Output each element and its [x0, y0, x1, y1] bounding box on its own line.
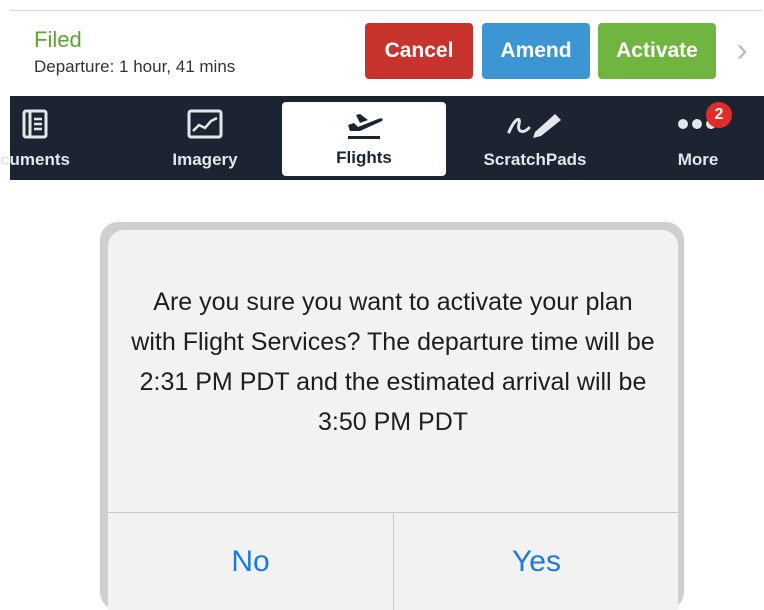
- tab-label: ScratchPads: [483, 150, 587, 169]
- tab-label: Imagery: [172, 150, 238, 169]
- dialog-message: Are you sure you want to activate your p…: [131, 288, 655, 436]
- amend-button[interactable]: Amend: [482, 23, 590, 79]
- notification-badge: 2: [706, 102, 732, 128]
- tab-bar: cuments Imagery Flights ScratchPads 2 Mo…: [0, 96, 764, 180]
- cancel-button[interactable]: Cancel: [365, 23, 473, 79]
- chevron-right-icon[interactable]: ›: [730, 33, 754, 67]
- tab-imagery[interactable]: Imagery: [140, 96, 270, 180]
- tab-flights[interactable]: Flights: [282, 102, 446, 176]
- scratchpad-pen-icon: [505, 102, 565, 146]
- tab-scratchpads[interactable]: ScratchPads: [465, 96, 605, 180]
- yes-button[interactable]: Yes: [394, 513, 678, 610]
- tab-more[interactable]: 2 More: [638, 96, 758, 180]
- status-info: Filed Departure: 1 hour, 41 mins: [34, 27, 235, 79]
- activate-confirmation-dialog: Are you sure you want to activate your p…: [108, 230, 678, 610]
- tab-label: cuments: [0, 150, 70, 169]
- departure-countdown: Departure: 1 hour, 41 mins: [34, 57, 236, 76]
- imagery-icon: [187, 102, 223, 146]
- documents-icon: [22, 102, 48, 146]
- activate-button[interactable]: Activate: [598, 23, 716, 79]
- airplane-departure-icon: [342, 102, 386, 146]
- status-label: Filed: [34, 27, 82, 52]
- tab-label: Flights: [336, 148, 392, 167]
- no-button[interactable]: No: [108, 513, 393, 610]
- tab-label: More: [677, 150, 719, 169]
- tab-documents[interactable]: cuments: [0, 96, 100, 180]
- flight-plan-status-bar: Filed Departure: 1 hour, 41 mins Cancel …: [10, 10, 762, 97]
